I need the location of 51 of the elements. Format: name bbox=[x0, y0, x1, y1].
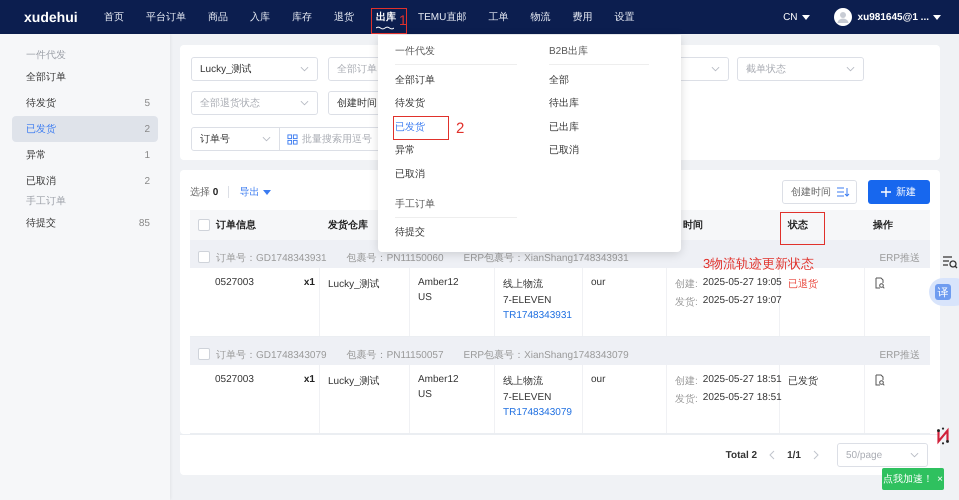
order-number: 订单号：GD1748343931 bbox=[216, 252, 327, 265]
table-cell: Amber12 bbox=[418, 374, 459, 385]
order-number: 订单号：GD1748343079 bbox=[216, 348, 327, 362]
column-header: 时间 bbox=[683, 218, 703, 232]
table-cell-text: 线上物流 bbox=[503, 278, 543, 291]
erp-package-number: ERP包裹号：XianShang1748343931 bbox=[464, 252, 629, 265]
status-text: 已发货 bbox=[788, 375, 818, 389]
table-cell-text: x1 bbox=[304, 277, 315, 290]
table-cell-text: 2025-05-27 19:05 bbox=[702, 277, 782, 290]
status-text: 已退货 bbox=[788, 278, 818, 292]
table-cell-text: our bbox=[591, 374, 606, 387]
table-cell: 7-ELEVEN bbox=[503, 295, 552, 306]
table-cell: US bbox=[418, 389, 432, 400]
table-cell-text: x1 bbox=[304, 374, 315, 387]
table-cell: US bbox=[418, 292, 432, 303]
annotation-number: 1 bbox=[399, 13, 407, 27]
table-cell: Amber12 bbox=[418, 277, 459, 288]
table-cell-text: our bbox=[591, 277, 606, 290]
column-header: 发货仓库 bbox=[328, 218, 368, 232]
time-label: 发货: bbox=[675, 393, 698, 406]
table-cell-text: 2025-05-27 18:51 bbox=[702, 392, 782, 405]
package-number: 包裹号：PN11150060 bbox=[346, 252, 444, 265]
time-label: 创建: bbox=[675, 278, 698, 291]
annotation-text: 3物流轨迹更新状态 bbox=[703, 257, 814, 270]
time-label: 发货: bbox=[675, 296, 698, 309]
menu-group-title: 一件代发 bbox=[395, 45, 517, 65]
table-cell-text: 线上物流 bbox=[503, 374, 543, 388]
package-number: 包裹号：PN11150057 bbox=[346, 348, 444, 362]
total-count: Total 2 bbox=[726, 450, 758, 460]
page-indicator: 1/1 bbox=[787, 450, 801, 460]
menu-group-title: B2B出库 bbox=[549, 45, 649, 65]
time-label: 创建: bbox=[675, 374, 698, 388]
selection-count: 选择 0 bbox=[190, 186, 218, 199]
table-cell-text: 0527003 bbox=[215, 277, 254, 290]
erp-package-number: ERP包裹号：XianShang1748343079 bbox=[464, 348, 629, 362]
annotation-number: 2 bbox=[456, 121, 464, 136]
toast-message: 点我加速！ bbox=[883, 472, 934, 486]
table-cell-text: Lucky_测试 bbox=[328, 278, 380, 292]
sidebar-section-title: 一件代发 bbox=[25, 49, 67, 63]
column-header: 状态 bbox=[788, 218, 808, 232]
column-header: 操作 bbox=[873, 218, 893, 232]
table-cell-text: 2025-05-27 18:51 bbox=[702, 374, 782, 387]
erp-push-label: ERP推送 bbox=[879, 252, 920, 265]
sidebar-section-title: 手工订单 bbox=[25, 194, 67, 209]
table-cell-text: 0527003 bbox=[215, 374, 254, 387]
menu-group-title: 手工订单 bbox=[395, 198, 517, 218]
table-cell-text: 2025-05-27 19:07 bbox=[702, 295, 782, 308]
table-cell: 7-ELEVEN bbox=[503, 392, 552, 403]
table-cell-text: Lucky_测试 bbox=[328, 374, 380, 389]
column-header: 订单信息 bbox=[216, 218, 256, 232]
erp-push-label: ERP推送 bbox=[879, 349, 920, 362]
